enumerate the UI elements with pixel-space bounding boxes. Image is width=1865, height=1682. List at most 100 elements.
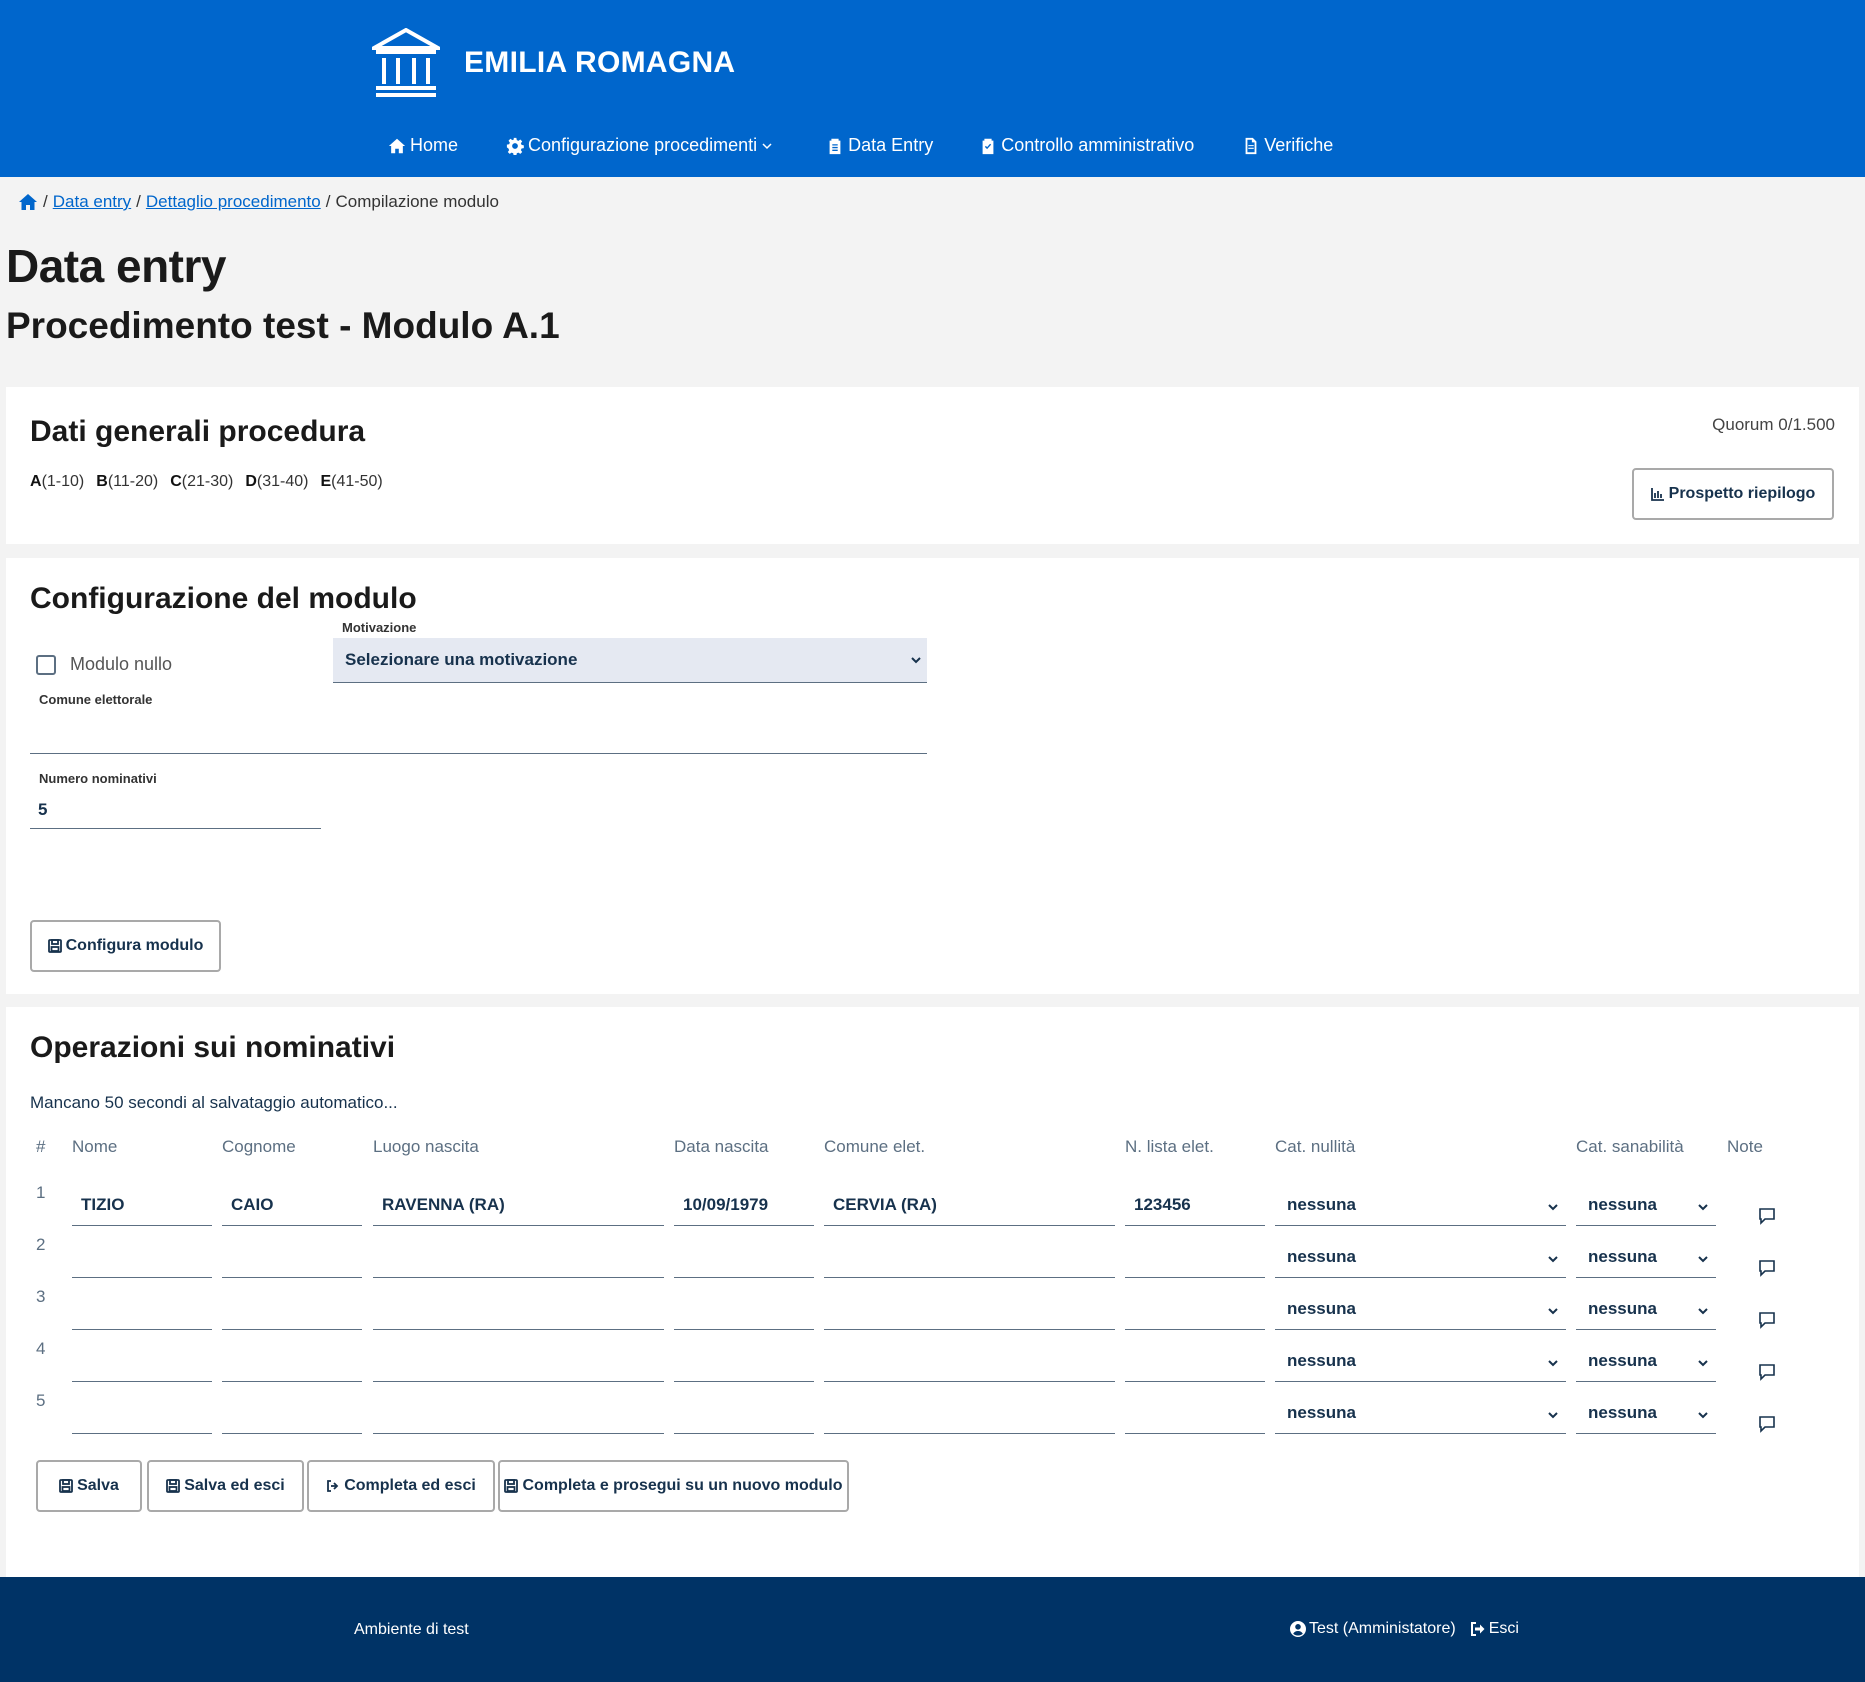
nome-input[interactable]	[72, 1340, 212, 1382]
cat-sanabilita-value: nessuna	[1588, 1195, 1657, 1214]
complete-next-button[interactable]: Completa e prosegui su un nuovo modulo	[498, 1460, 849, 1512]
column-header: Nome	[72, 1137, 118, 1156]
luogo-nascita-input[interactable]	[373, 1392, 664, 1434]
comune-elet-input[interactable]	[824, 1288, 1115, 1330]
comment-icon[interactable]	[1758, 1363, 1776, 1381]
chevron-down-icon	[1548, 1308, 1558, 1315]
cat-sanabilita-select[interactable]: nessuna	[1576, 1236, 1716, 1278]
row-number: 1	[36, 1183, 46, 1202]
cat-sanabilita-select[interactable]: nessuna	[1576, 1288, 1716, 1330]
cat-sanabilita-select[interactable]: nessuna	[1576, 1340, 1716, 1382]
breadcrumb-current: Compilazione modulo	[335, 192, 499, 211]
chevron-down-icon	[1548, 1256, 1558, 1263]
nome-input[interactable]	[72, 1392, 212, 1434]
cat-nullita-select[interactable]: nessuna	[1275, 1392, 1566, 1434]
breadcrumb: / Data entry / Dettaglio procedimento / …	[18, 192, 499, 212]
cat-nullita-select[interactable]: nessuna	[1275, 1288, 1566, 1330]
complete-next-label: Completa e prosegui su un nuovo modulo	[522, 1477, 843, 1494]
data-nascita-input[interactable]: 10/09/1979	[674, 1184, 814, 1226]
chevron-down-icon	[911, 657, 921, 664]
comune-elet-input[interactable]	[824, 1392, 1115, 1434]
comment-icon[interactable]	[1758, 1415, 1776, 1433]
cat-sanabilita-select[interactable]: nessuna	[1576, 1392, 1716, 1434]
footer: Ambiente di test Test (Amministatore) Es…	[0, 1577, 1865, 1682]
lista-elet-input[interactable]: 123456	[1125, 1184, 1265, 1226]
comune-input[interactable]	[30, 710, 927, 754]
nav-verifiche[interactable]: Verifiche	[1242, 135, 1333, 156]
luogo-nascita-input[interactable]: RAVENNA (RA)	[373, 1184, 664, 1226]
chevron-down-icon	[1698, 1256, 1708, 1263]
nome-input[interactable]	[72, 1288, 212, 1330]
data-nascita-input[interactable]	[674, 1288, 814, 1330]
save-button[interactable]: Salva	[36, 1460, 142, 1512]
quorum-counter: Quorum 0/1.500	[1712, 415, 1835, 434]
clipboard-icon	[829, 138, 841, 154]
count-input[interactable]: 5	[30, 784, 321, 829]
page-title: Data entry	[6, 240, 226, 292]
comune-elet-input[interactable]	[824, 1340, 1115, 1382]
cat-sanabilita-select[interactable]: nessuna	[1576, 1184, 1716, 1226]
range-item: B(11-20)	[96, 473, 159, 490]
operations-title: Operazioni sui nominativi	[30, 1031, 396, 1064]
breadcrumb-data-entry[interactable]: Data entry	[53, 192, 131, 212]
nav-home-label: Home	[410, 135, 459, 155]
cat-nullita-select[interactable]: nessuna	[1275, 1236, 1566, 1278]
luogo-nascita-input[interactable]	[373, 1288, 664, 1330]
complete-exit-button[interactable]: Completa ed esci	[307, 1460, 495, 1512]
comune-elet-input[interactable]: CERVIA (RA)	[824, 1184, 1115, 1226]
luogo-nascita-input[interactable]	[373, 1340, 664, 1382]
row-number: 4	[36, 1339, 46, 1358]
lista-elet-input[interactable]	[1125, 1392, 1265, 1434]
nav-data-entry[interactable]: Data Entry	[826, 135, 933, 156]
brand-title: EMILIA ROMAGNA	[464, 46, 736, 79]
chevron-down-icon	[1698, 1204, 1708, 1211]
nome-input[interactable]	[72, 1236, 212, 1278]
configure-module-button[interactable]: Configura modulo	[30, 920, 221, 972]
column-header: Luogo nascita	[373, 1137, 479, 1156]
column-header: Note	[1727, 1137, 1763, 1156]
cognome-input[interactable]	[222, 1340, 362, 1382]
save-exit-button[interactable]: Salva ed esci	[147, 1460, 304, 1512]
chevron-down-icon	[1548, 1360, 1558, 1367]
save-icon	[504, 1479, 519, 1493]
cognome-input[interactable]: CAIO	[222, 1184, 362, 1226]
lista-elet-input[interactable]	[1125, 1288, 1265, 1330]
cat-nullita-value: nessuna	[1287, 1299, 1356, 1318]
comune-elet-input[interactable]	[824, 1236, 1115, 1278]
data-nascita-input[interactable]	[674, 1340, 814, 1382]
nav-home[interactable]: Home	[388, 135, 458, 156]
user-profile-link[interactable]: Test (Amministatore)	[1290, 1620, 1456, 1638]
comment-icon[interactable]	[1758, 1259, 1776, 1277]
comune-label: Comune elettorale	[39, 692, 153, 707]
home-icon[interactable]	[18, 192, 38, 212]
comment-icon[interactable]	[1758, 1311, 1776, 1329]
summary-report-button[interactable]: Prospetto riepilogo	[1632, 468, 1834, 520]
comment-icon[interactable]	[1758, 1207, 1776, 1225]
cognome-input[interactable]	[222, 1288, 362, 1330]
cognome-input[interactable]	[222, 1392, 362, 1434]
nome-input[interactable]: TIZIO	[72, 1184, 212, 1226]
lista-elet-input[interactable]	[1125, 1236, 1265, 1278]
null-module-row[interactable]: Modulo nullo	[36, 654, 172, 675]
logout-link[interactable]: Esci	[1470, 1620, 1519, 1638]
autosave-notice: Mancano 50 secondi al salvataggio automa…	[30, 1093, 398, 1112]
data-nascita-input[interactable]	[674, 1236, 814, 1278]
motivation-select[interactable]: Selezionare una motivazione	[333, 638, 927, 683]
breadcrumb-dettaglio-procedimento[interactable]: Dettaglio procedimento	[146, 192, 321, 212]
cat-nullita-select[interactable]: nessuna	[1275, 1184, 1566, 1226]
main-content: / Data entry / Dettaglio procedimento / …	[0, 177, 1865, 1682]
nav-controllo-amministrativo[interactable]: Controllo amministrativo	[979, 135, 1194, 156]
brand[interactable]: EMILIA ROMAGNA	[372, 28, 735, 98]
nav-configurazione-procedimenti[interactable]: Configurazione procedimenti	[506, 135, 776, 156]
lista-elet-input[interactable]	[1125, 1340, 1265, 1382]
nav-configurazione-label: Configurazione procedimenti	[528, 135, 758, 155]
row-number: 3	[36, 1287, 46, 1306]
data-nascita-input[interactable]	[674, 1392, 814, 1434]
cat-nullita-select[interactable]: nessuna	[1275, 1340, 1566, 1382]
nav-data-entry-label: Data Entry	[848, 135, 934, 155]
cognome-input[interactable]	[222, 1236, 362, 1278]
save-label: Salva	[77, 1477, 119, 1494]
luogo-nascita-input[interactable]	[373, 1236, 664, 1278]
cat-nullita-value: nessuna	[1287, 1403, 1356, 1422]
null-module-checkbox[interactable]	[36, 654, 56, 675]
